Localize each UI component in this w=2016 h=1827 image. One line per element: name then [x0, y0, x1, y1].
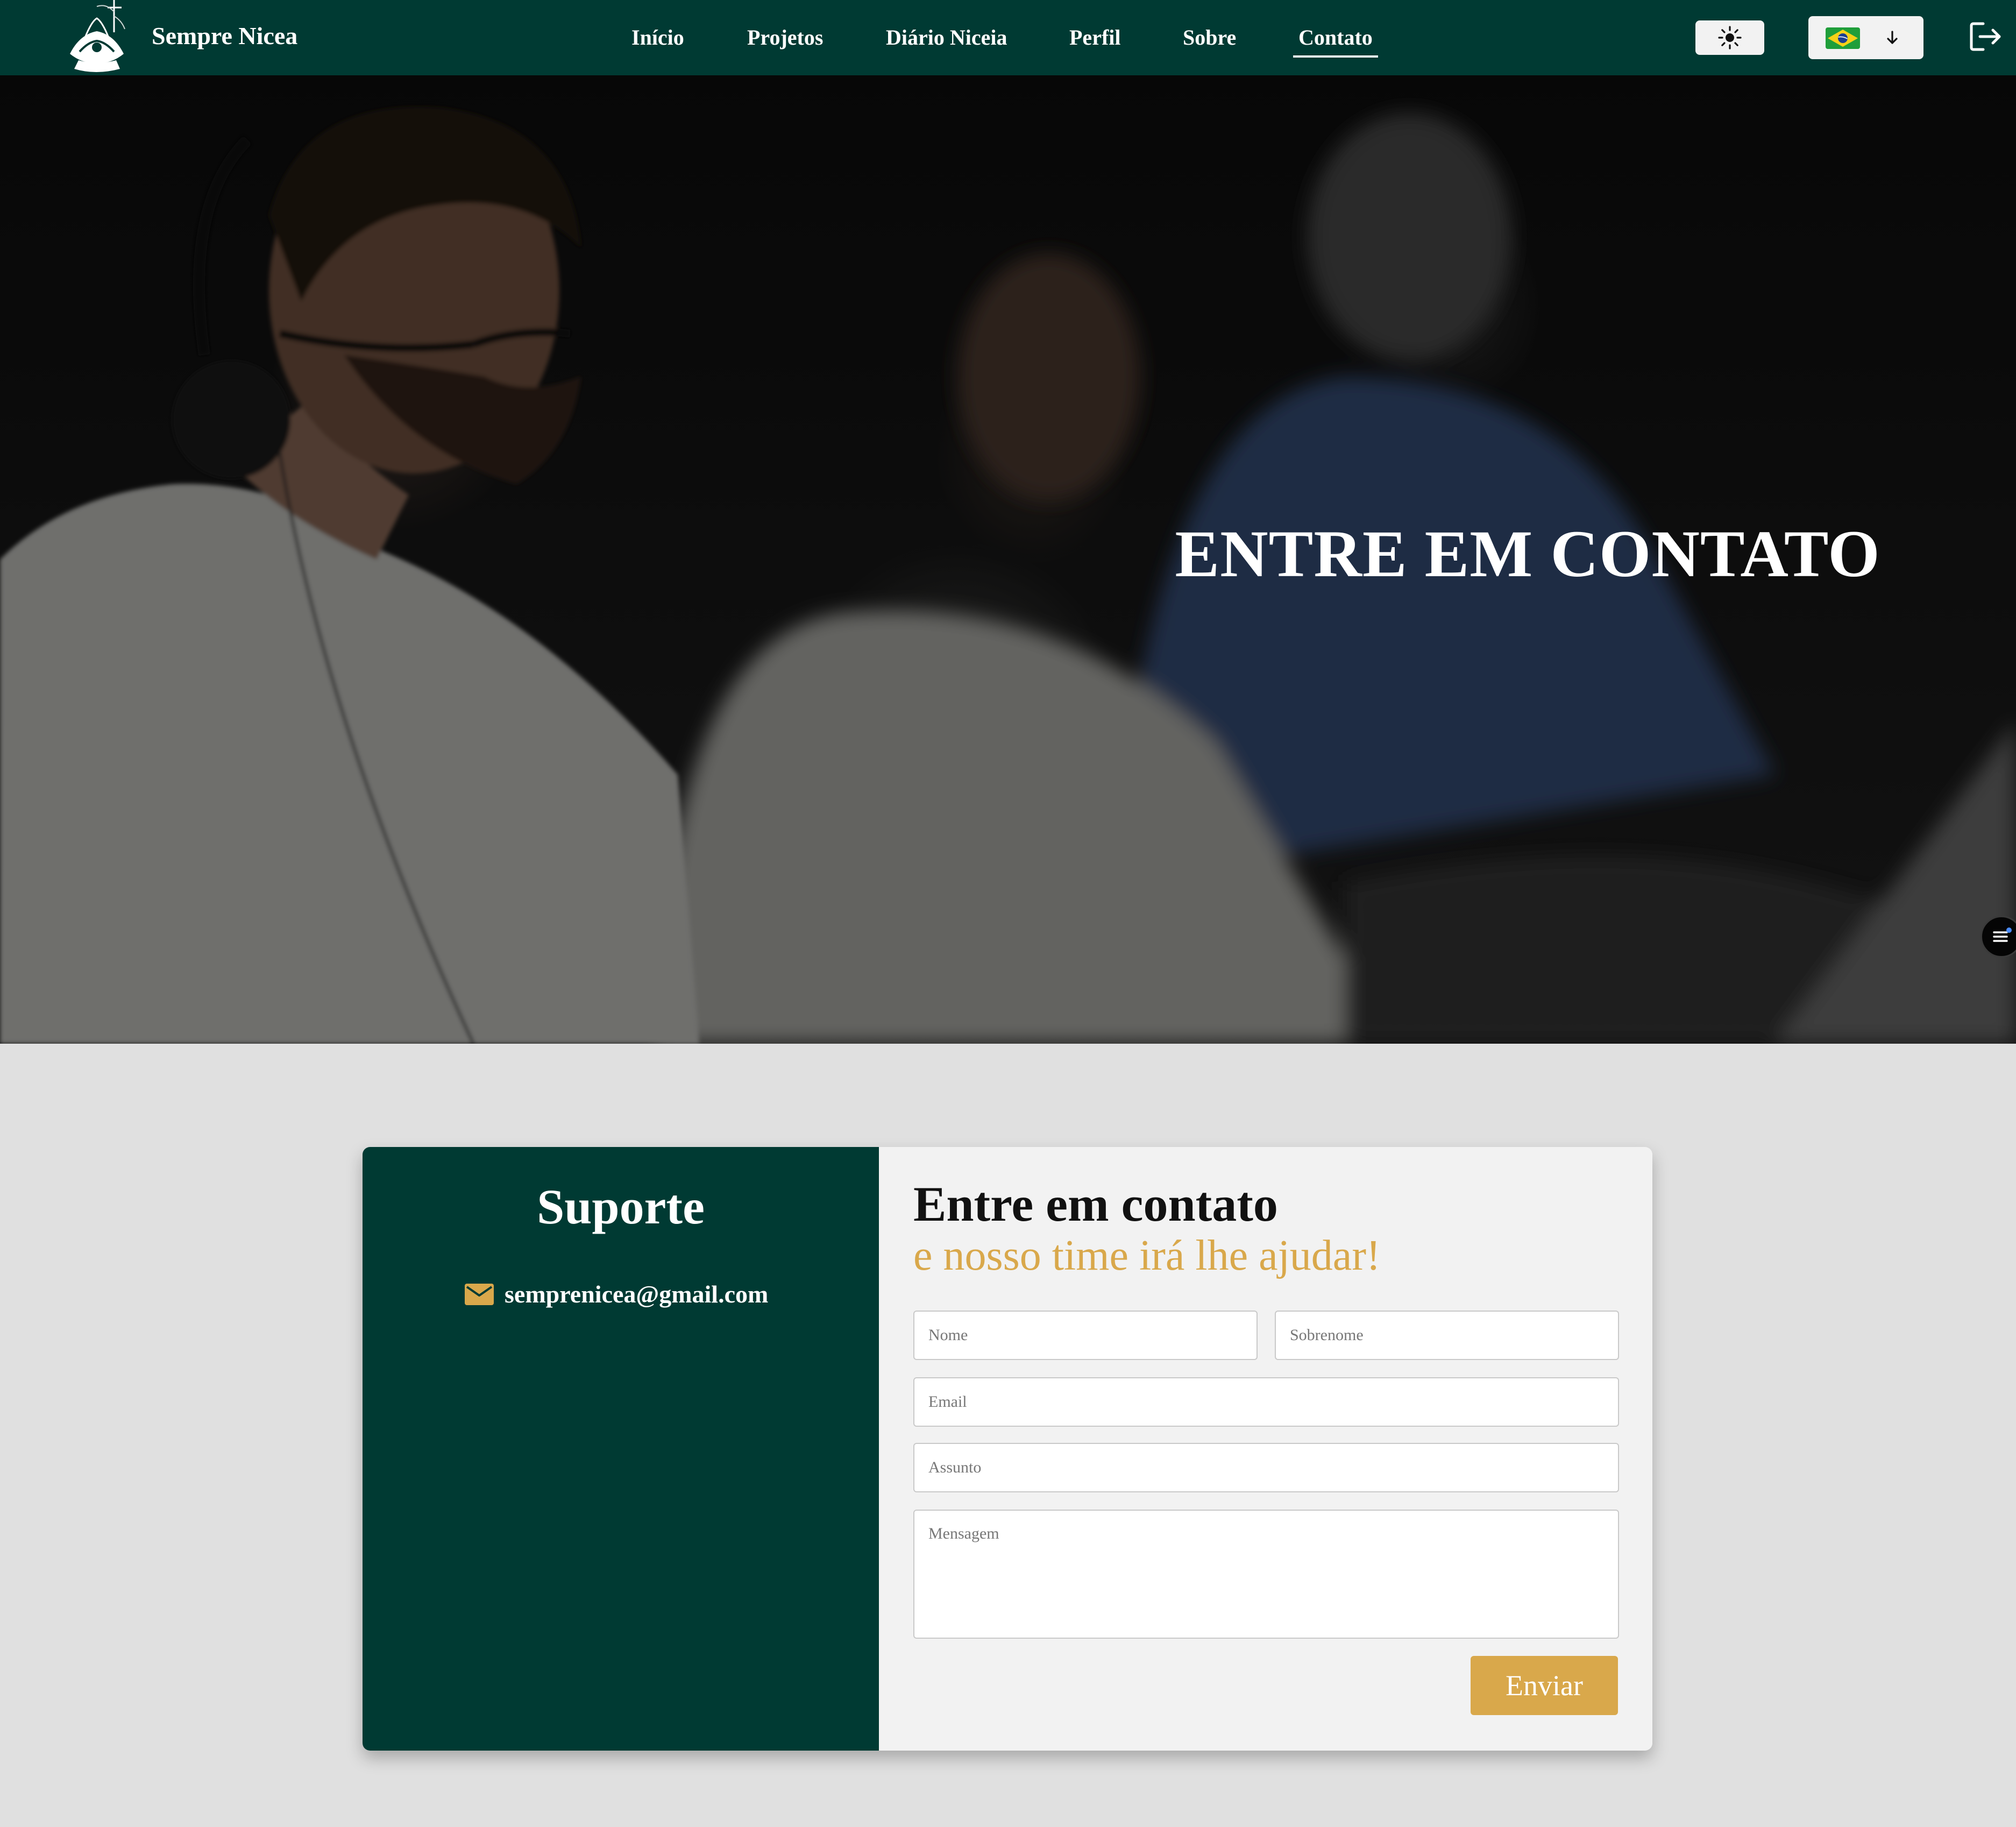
nav-item-contato[interactable]: Contato: [1293, 22, 1378, 58]
send-button[interactable]: Enviar: [1471, 1656, 1618, 1715]
sun-icon: [1718, 26, 1742, 49]
last-name-input[interactable]: [1275, 1311, 1619, 1360]
support-title: Suporte: [537, 1179, 705, 1234]
nav-item-inicio[interactable]: Início: [631, 22, 684, 54]
top-navbar: Sempre Nicea Início Projetos Diário Nice…: [0, 0, 2016, 75]
nav-item-projetos[interactable]: Projetos: [747, 22, 823, 54]
nav-item-sobre[interactable]: Sobre: [1183, 22, 1236, 54]
subject-input[interactable]: [913, 1443, 1619, 1492]
menu-icon: [1993, 927, 2012, 942]
contact-form-panel: Entre em contato e nosso time irá lhe aj…: [879, 1147, 1652, 1751]
hero-title: ENTRE EM CONTATO: [1175, 517, 1880, 591]
first-name-input[interactable]: [913, 1311, 1258, 1360]
language-selector[interactable]: [1808, 16, 1923, 59]
brazil-flag-icon: [1826, 27, 1860, 49]
email-input[interactable]: [913, 1377, 1619, 1427]
form-subtitle: e nosso time irá lhe ajudar!: [913, 1232, 1381, 1279]
arrow-down-icon: [1887, 31, 1898, 44]
message-textarea[interactable]: [913, 1510, 1619, 1639]
floating-menu-button[interactable]: [1980, 916, 2016, 958]
logout-button[interactable]: [1966, 17, 2005, 56]
support-email-link[interactable]: semprenicea@gmail.com: [505, 1278, 768, 1311]
logout-icon: [1970, 22, 2001, 51]
nav-item-perfil[interactable]: Perfil: [1069, 22, 1121, 54]
nav-item-diario-niceia[interactable]: Diário Niceia: [886, 22, 1007, 54]
support-panel: Suporte semprenicea@gmail.com: [363, 1147, 879, 1751]
brand-logo[interactable]: [58, 0, 136, 75]
theme-toggle-button[interactable]: [1695, 20, 1764, 55]
brand-name[interactable]: Sempre Nicea: [152, 18, 297, 54]
mail-icon: [465, 1284, 494, 1305]
logo-emblem-icon: [70, 0, 125, 72]
hero-banner: ENTRE EM CONTATO: [0, 75, 2016, 1044]
form-title: Entre em contato: [913, 1177, 1278, 1231]
contact-card: Suporte semprenicea@gmail.com Entre em c…: [363, 1147, 1652, 1751]
